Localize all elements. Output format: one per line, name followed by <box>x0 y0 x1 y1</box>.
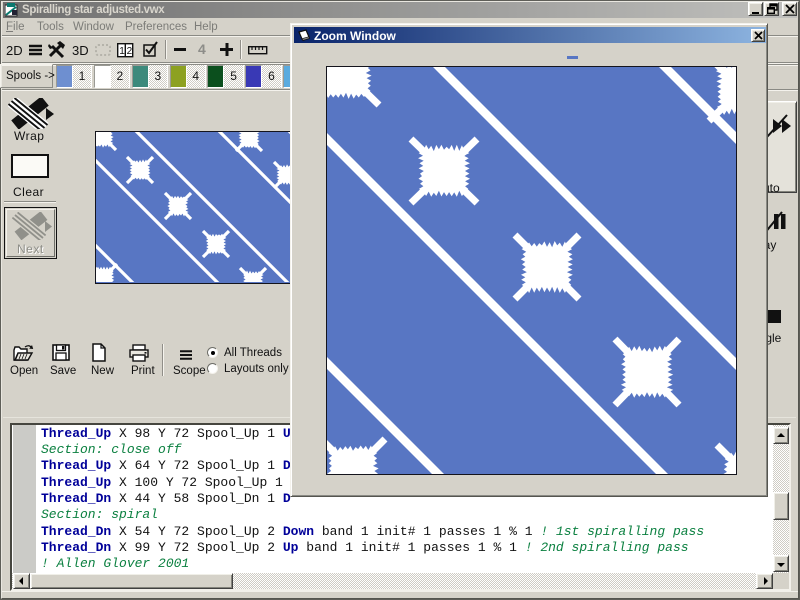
svg-text:2: 2 <box>127 46 133 57</box>
svg-text:1: 1 <box>119 46 125 57</box>
